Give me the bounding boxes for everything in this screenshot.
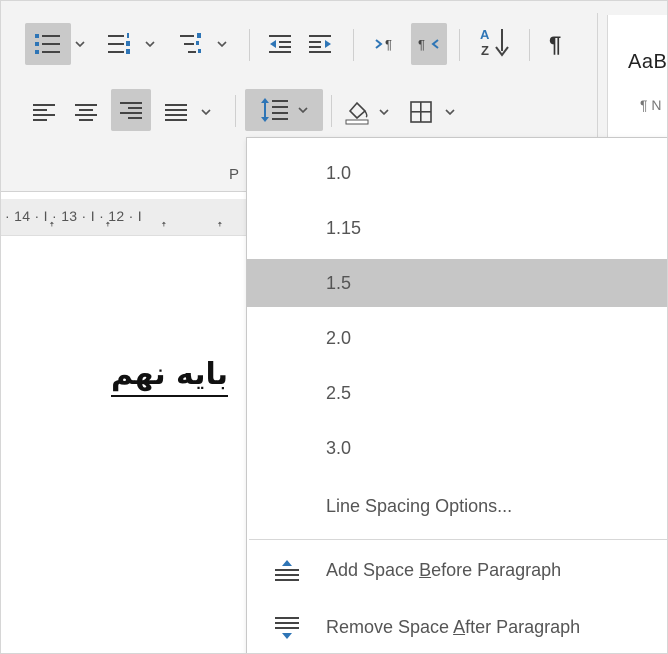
separator — [235, 95, 236, 127]
chevron-down-icon — [217, 41, 227, 47]
align-right-icon — [120, 102, 142, 119]
justify-button[interactable] — [159, 91, 193, 133]
chevron-down-icon — [379, 109, 389, 115]
svg-text:A: A — [480, 27, 490, 42]
multilevel-list-dropdown[interactable] — [215, 23, 229, 65]
increase-indent-button[interactable] — [303, 23, 339, 65]
menu-item-label: Add Space Before Paragraph — [326, 559, 562, 580]
menu-item-spacing-2-0[interactable]: 2.0 — [247, 314, 667, 362]
align-left-button[interactable] — [27, 91, 61, 133]
line-spacing-button[interactable] — [245, 89, 323, 131]
menu-item-label: 3.0 — [326, 437, 352, 458]
menu-item-label: 1.0 — [326, 162, 352, 183]
numbering-dropdown[interactable] — [143, 23, 157, 65]
shading-button[interactable] — [339, 91, 375, 133]
rtl-direction-button[interactable]: ¶ — [411, 23, 447, 65]
svg-text:Z: Z — [481, 43, 489, 58]
show-hide-marks-button[interactable]: ¶ — [539, 23, 575, 65]
borders-dropdown[interactable] — [443, 91, 457, 133]
horizontal-ruler[interactable]: · 14 · I · 13 · I · 12 · I ꜛ ꜛ ꜛ ꜛ — [1, 199, 246, 236]
pilcrow-icon: ¶ — [549, 32, 561, 57]
svg-text:¶: ¶ — [549, 32, 561, 57]
bullets-dropdown[interactable] — [73, 23, 87, 65]
align-right-button[interactable] — [111, 89, 151, 131]
separator — [459, 29, 460, 61]
sort-button[interactable]: A Z — [473, 21, 517, 63]
separator — [249, 29, 250, 61]
chevron-down-icon — [145, 41, 155, 47]
decrease-indent-icon — [269, 35, 291, 53]
ruler-numbers: · 14 · I · 13 · I · 12 · I — [5, 208, 142, 224]
line-spacing-options-item[interactable]: Line Spacing Options... — [247, 482, 667, 530]
borders-icon — [410, 101, 432, 123]
numbering-button[interactable] — [101, 23, 139, 65]
ruler-tab-marker: ꜛ — [217, 223, 223, 235]
styles-gallery[interactable]: AaB ¶ N — [607, 15, 668, 138]
shading-dropdown[interactable] — [377, 91, 391, 133]
document-heading-text: بایه نهم — [111, 357, 229, 397]
numbering-icon — [108, 33, 130, 54]
paint-bucket-icon — [345, 101, 369, 125]
style-name: ¶ N — [640, 97, 662, 113]
decrease-indent-button[interactable] — [263, 23, 299, 65]
menu-item-label: 2.0 — [326, 327, 352, 348]
svg-text:¶: ¶ — [418, 37, 425, 52]
menu-item-label: 2.5 — [326, 382, 352, 403]
menu-item-label: Line Spacing Options... — [326, 495, 513, 516]
align-left-icon — [33, 104, 55, 121]
svg-text:¶: ¶ — [385, 37, 392, 52]
add-space-before-icon — [275, 560, 299, 581]
increase-indent-icon — [309, 35, 331, 53]
line-spacing-menu: 1.0 1.15 1.5 2.0 2.5 3.0 Line Spacing Op… — [246, 137, 667, 653]
menu-item-spacing-1-15[interactable]: 1.15 — [247, 204, 667, 252]
multilevel-list-icon — [180, 33, 201, 53]
word-window: ¶ ¶ A Z ¶ P AaB ¶ N · 14 · I · 13 · I · … — [0, 0, 668, 654]
remove-space-after-icon — [275, 617, 299, 639]
style-preview-text: AaB — [628, 51, 668, 73]
multilevel-list-button[interactable] — [173, 23, 211, 65]
align-center-icon — [75, 104, 97, 121]
separator — [353, 29, 354, 61]
separator — [529, 29, 530, 61]
menu-item-label: Remove Space After Paragraph — [326, 616, 581, 637]
right-to-left-icon: ¶ — [418, 37, 439, 52]
separator — [331, 95, 332, 127]
justify-dropdown[interactable] — [199, 91, 213, 133]
line-spacing-icon — [261, 98, 288, 122]
menu-separator — [249, 539, 667, 540]
chevron-down-icon — [298, 107, 308, 113]
chevron-down-icon — [75, 41, 85, 47]
menu-item-label: 1.5 — [326, 272, 352, 293]
bullets-button[interactable] — [25, 23, 71, 65]
ruler-tab-marker: ꜛ — [105, 223, 111, 235]
ruler-tab-marker: ꜛ — [49, 223, 55, 235]
justify-icon — [165, 104, 187, 121]
menu-item-spacing-3-0[interactable]: 3.0 — [247, 424, 667, 472]
align-center-button[interactable] — [69, 91, 103, 133]
paragraph-group-label: P — [229, 166, 240, 183]
menu-item-spacing-1-0[interactable]: 1.0 — [247, 149, 667, 197]
menu-item-spacing-1-5[interactable]: 1.5 — [247, 259, 667, 307]
ltr-direction-button[interactable]: ¶ — [369, 23, 405, 65]
bullets-icon — [35, 34, 60, 54]
menu-item-label: 1.15 — [326, 217, 362, 238]
menu-item-spacing-2-5[interactable]: 2.5 — [247, 369, 667, 417]
add-space-before-paragraph-item[interactable]: Add Space Before Paragraph — [247, 546, 667, 594]
sort-az-icon: A Z — [480, 27, 509, 58]
ruler-tab-marker: ꜛ — [161, 223, 167, 235]
chevron-down-icon — [201, 109, 211, 115]
remove-space-after-paragraph-item[interactable]: Remove Space After Paragraph — [247, 603, 667, 651]
borders-button[interactable] — [403, 91, 439, 133]
left-to-right-icon: ¶ — [375, 37, 392, 52]
chevron-down-icon — [445, 109, 455, 115]
